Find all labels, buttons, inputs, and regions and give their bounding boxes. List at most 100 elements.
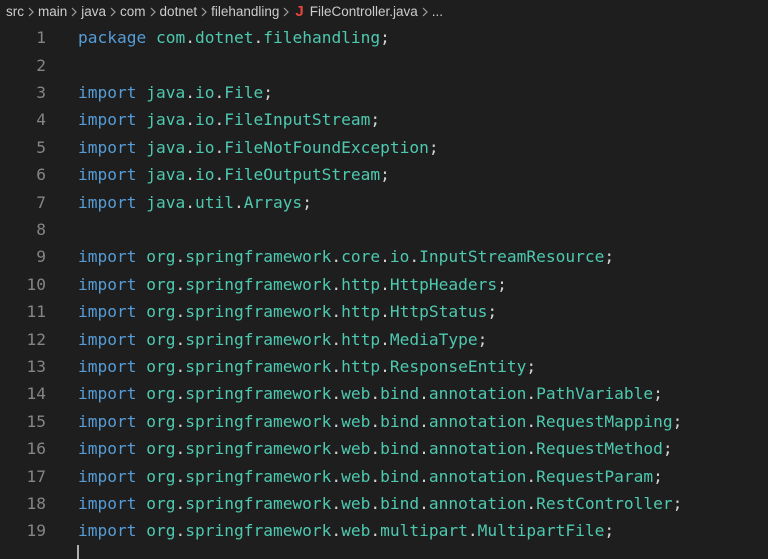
semicolon: ; [653, 466, 663, 486]
code-line[interactable]: 18 import org.springframework.web.bind.an… [0, 490, 768, 517]
breadcrumb-item-src[interactable]: src [6, 4, 24, 19]
line-number: 8 [36, 219, 46, 239]
code-line[interactable]: 8 [0, 216, 768, 243]
semicolon: ; [604, 247, 615, 267]
semicolon: ; [370, 110, 381, 130]
code-line[interactable]: 1 package com.dotnet.filehandling; [0, 24, 768, 51]
line-number: 14 [26, 384, 47, 404]
keyword: import [78, 356, 137, 376]
breadcrumb-item-main[interactable]: main [38, 4, 67, 19]
code-line[interactable]: 16 import org.springframework.web.bind.an… [0, 435, 768, 462]
breadcrumb-item-filehandling[interactable]: filehandling [211, 4, 279, 19]
keyword: import [78, 411, 137, 431]
breadcrumb-item-file[interactable]: FileController.java [310, 4, 418, 19]
keyword: import [78, 384, 137, 404]
breadcrumb-item-java[interactable]: java [81, 4, 106, 19]
code-line[interactable]: 9 import org.springframework.core.io.Inpu… [0, 243, 768, 270]
code-line[interactable]: 11 import org.springframework.http.HttpSt… [0, 298, 768, 325]
package-path: org.springframework.web.bind.annotation.… [146, 439, 663, 459]
breadcrumb-item-more[interactable]: ... [432, 4, 443, 19]
keyword: import [78, 439, 137, 459]
code-line[interactable]: 12 import org.springframework.http.MediaT… [0, 325, 768, 352]
line-number: 16 [26, 439, 47, 459]
semicolon: ; [428, 137, 439, 157]
chevron-right-icon [279, 4, 293, 19]
line-code: import java.io.File; [78, 83, 273, 102]
package-path: org.springframework.web.multipart.Multip… [146, 521, 605, 541]
line-code: import org.springframework.http.MediaTyp… [78, 330, 487, 349]
line-number: 13 [26, 356, 47, 376]
semicolon: ; [497, 274, 507, 294]
line-code: import org.springframework.web.bind.anno… [78, 412, 682, 431]
semicolon: ; [477, 329, 488, 349]
semicolon: ; [672, 493, 683, 513]
code-line[interactable]: 19 import org.springframework.web.multipa… [0, 517, 768, 544]
chevron-right-icon [197, 4, 211, 19]
line-code: import java.util.Arrays; [78, 193, 312, 212]
line-code: import org.springframework.web.bind.anno… [78, 494, 682, 513]
line-number: 3 [36, 82, 46, 102]
semicolon: ; [662, 439, 673, 459]
package-path: org.springframework.http.ResponseEntity [146, 356, 527, 376]
keyword: import [78, 192, 137, 212]
code-editor[interactable]: 1 package com.dotnet.filehandling; 2 3 impor… [0, 22, 768, 551]
keyword: import [78, 329, 137, 349]
breadcrumb-item-com[interactable]: com [120, 4, 146, 19]
java-file-icon: J [295, 2, 304, 20]
line-code: package com.dotnet.filehandling; [78, 28, 390, 47]
code-line[interactable]: 3 import java.io.File; [0, 79, 768, 106]
code-line[interactable]: 4 import java.io.FileInputStream; [0, 106, 768, 133]
line-number: 5 [36, 137, 46, 157]
code-line[interactable]: 7 import java.util.Arrays; [0, 188, 768, 215]
keyword: import [78, 466, 137, 486]
line-number: 17 [26, 466, 47, 486]
line-code: import org.springframework.http.HttpHead… [78, 275, 507, 294]
code-line[interactable]: 14 import org.springframework.web.bind.an… [0, 380, 768, 407]
code-line[interactable]: 17 import org.springframework.web.bind.an… [0, 462, 768, 489]
package-path: java.io.FileNotFoundException [146, 137, 429, 157]
line-number: 6 [36, 165, 46, 185]
package-path: com.dotnet.filehandling [155, 28, 381, 48]
line-code: import org.springframework.http.Response… [78, 357, 536, 376]
line-number: 18 [26, 493, 47, 513]
keyword: import [78, 137, 137, 157]
line-code: import java.io.FileNotFoundException; [78, 138, 439, 157]
code-line[interactable]: 15 import org.springframework.web.bind.an… [0, 408, 768, 435]
code-line[interactable]: 6 import java.io.FileOutputStream; [0, 161, 768, 188]
package-path: org.springframework.web.bind.annotation.… [146, 493, 673, 513]
line-number: 10 [26, 274, 47, 294]
semicolon: ; [526, 356, 537, 376]
line-number: 19 [26, 521, 47, 541]
line-code: import org.springframework.core.io.Input… [78, 247, 614, 266]
line-code: import org.springframework.http.HttpStat… [78, 302, 497, 321]
package-path: org.springframework.web.bind.annotation.… [146, 384, 654, 404]
code-line[interactable]: 2 [0, 51, 768, 78]
code-line[interactable]: 5 import java.io.FileNotFoundException; [0, 134, 768, 161]
package-path: org.springframework.web.bind.annotation.… [146, 466, 654, 486]
breadcrumb-item-dotnet[interactable]: dotnet [160, 4, 198, 19]
line-code: import org.springframework.web.bind.anno… [78, 467, 663, 486]
code-line[interactable]: 13 import org.springframework.http.Respon… [0, 353, 768, 380]
package-path: org.springframework.core.io.InputStreamR… [146, 247, 605, 267]
keyword: import [78, 247, 137, 267]
code-line[interactable]: 10 import org.springframework.http.HttpHe… [0, 271, 768, 298]
semicolon: ; [380, 28, 390, 48]
semicolon: ; [672, 411, 683, 431]
package-path: java.io.File [146, 82, 264, 102]
line-number: 11 [26, 302, 47, 322]
keyword: package [78, 28, 147, 48]
line-number: 12 [26, 329, 47, 349]
line-code: import java.io.FileOutputStream; [78, 165, 390, 184]
semicolon: ; [653, 384, 663, 404]
